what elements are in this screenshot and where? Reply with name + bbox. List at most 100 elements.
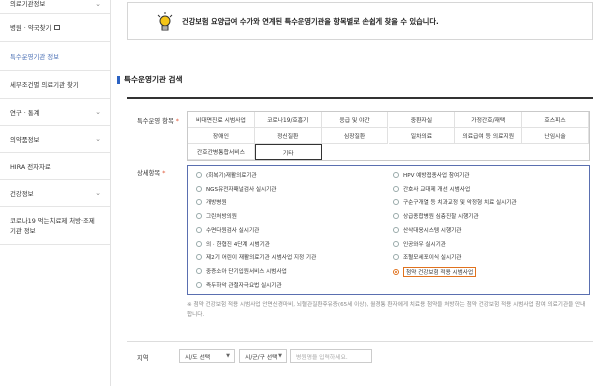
detail-option[interactable]: 인공와우 실시기관 <box>393 240 446 248</box>
title-bar-marker <box>117 75 120 84</box>
detail-option[interactable]: (회복기)재활의료기관 <box>196 171 257 179</box>
detail-option[interactable]: HPV 예방접종사업 참여기관 <box>393 171 469 179</box>
operation-item-option[interactable]: 일차의료 <box>388 128 456 144</box>
sidebar-item-label: 의료기관정보 <box>10 0 46 8</box>
detail-option[interactable]: 제2기 어린이 재활의료기관 시범사업 지정 기관 <box>196 253 316 261</box>
radio-icon[interactable] <box>196 281 202 288</box>
radio-icon[interactable] <box>196 199 202 206</box>
radio-icon[interactable] <box>196 213 202 220</box>
radio-icon[interactable] <box>196 172 202 178</box>
detail-option[interactable]: 의 · 한협진 4단계 시범기관 <box>196 240 270 248</box>
operation-item-option[interactable]: 코로나19/호흡기 <box>254 112 322 128</box>
sidebar-item-label: 건강정보 <box>10 189 34 198</box>
hospital-name-input[interactable]: 병원명을 입력하세요. <box>290 349 372 363</box>
chevron-down-icon: ⌄ <box>95 108 101 116</box>
sidebar-item-drug-info[interactable]: 의약품정보 ⌄ <box>0 126 110 153</box>
operation-item-option[interactable]: 장애인 <box>188 128 255 144</box>
sidebar-item-detailed-search[interactable]: 세부조건별 의료기관 찾기 <box>0 71 110 99</box>
operation-item-label: 특수운영 항목 * <box>137 118 179 125</box>
operation-item-option[interactable]: 기타 <box>254 144 322 160</box>
sidebar-item-label: 세부조건별 의료기관 찾기 <box>10 81 79 89</box>
radio-icon[interactable] <box>393 213 399 220</box>
radio-icon[interactable] <box>196 240 202 247</box>
section-title: 특수운영기관 검색 <box>117 74 183 85</box>
detail-option[interactable]: 즉두하악 관절자극요법 실시기관 <box>196 281 282 289</box>
detail-option-label: NGS유전자패널검사 실시기관 <box>206 186 277 193</box>
detail-option[interactable]: 수면다원검사 실시기관 <box>196 226 259 234</box>
operation-item-grid: 비대면진료 시범사업 코로나19/호흡기 응급 및 야간 중환자실 가정간호/재택 호스피… <box>187 111 590 161</box>
detail-option[interactable]: 중증소아 단기입원서비스 시범사업 <box>196 267 287 275</box>
detail-option[interactable]: 첨약 건강보험 적용 시범사업 <box>393 266 477 277</box>
region-label: 지역 <box>137 355 149 362</box>
radio-icon[interactable] <box>196 226 202 233</box>
detail-option-label: 제2기 어린이 재활의료기관 시범사업 지정 기관 <box>206 255 317 262</box>
sidebar-item-special-institution[interactable]: 특수운영기관 정보 <box>0 42 110 71</box>
detail-option[interactable]: 개방병원 <box>196 198 227 206</box>
detail-item-label: 상세항목 * <box>137 170 166 177</box>
sidebar-item-label: 연구 · 통계 <box>10 108 40 117</box>
detail-option-label: 중증소아 단기입원서비스 시범사업 <box>206 268 287 275</box>
main-content: 건강보험 요양급여 수가와 연계된 특수운영기관을 항목별로 손쉽게 찾을 수 … <box>110 0 600 386</box>
detail-option-label: 구순구개열 등 치과교정 및 악정형 치료 실시기관 <box>403 200 517 207</box>
chevron-down-icon: ▼ <box>278 353 282 359</box>
sidebar-item-health-info[interactable]: 건강정보 ⌄ <box>0 180 110 207</box>
operation-item-option[interactable]: 의료급여 등 의료지원 <box>455 128 523 144</box>
chevron-down-icon: ⌄ <box>95 189 101 197</box>
radio-icon[interactable] <box>393 268 399 275</box>
sidebar-item-research-stats[interactable]: 연구 · 통계 ⌄ <box>0 99 110 126</box>
operation-item-option[interactable]: 심장질환 <box>321 128 389 144</box>
detail-option[interactable]: 그린처방의원 <box>196 212 237 220</box>
detail-option-label: 산삭대응시스템 시행기관 <box>403 227 462 234</box>
detail-option-label: 수면다원검사 실시기관 <box>206 227 260 234</box>
radio-icon[interactable] <box>196 267 202 274</box>
sidebar-item-label: HIRA 전자자료 <box>10 162 51 171</box>
chevron-down-icon: ⌄ <box>95 0 101 8</box>
sido-select[interactable]: 시/도 선택 ▼ <box>179 349 235 363</box>
radio-icon[interactable] <box>393 172 399 178</box>
sidebar-item-label: 의약품정보 <box>10 135 40 144</box>
sidebar-item-label: 코로나19 먹는치료제 처방·조제 기관 정보 <box>10 216 95 235</box>
detail-option[interactable]: 간호사 교대제 개선 시범사업 <box>393 185 470 193</box>
lightbulb-icon <box>157 12 173 31</box>
radio-icon[interactable] <box>393 185 399 192</box>
radio-icon[interactable] <box>393 240 399 247</box>
radio-icon[interactable] <box>393 199 399 206</box>
operation-item-option[interactable]: 가정간호/재택 <box>455 112 523 128</box>
detail-note: ※ 첨약 건강보험 적용 시범사업 안면신경마비, 뇌혈관질환후유증(65세 이… <box>187 302 586 318</box>
operation-item-option[interactable]: 중환자실 <box>388 112 456 128</box>
sidebar-item-hira-data[interactable]: HIRA 전자자료 <box>0 153 110 180</box>
detail-option-label: 인공와우 실시기관 <box>403 241 446 248</box>
detail-option[interactable]: 조혈모세포이식 실시기관 <box>393 253 461 261</box>
operation-item-option[interactable]: 정신질환 <box>254 128 322 144</box>
operation-item-option[interactable]: 호스피스 <box>522 112 589 128</box>
radio-icon[interactable] <box>393 226 399 233</box>
detail-option[interactable]: 상급종합병원 심층진찰 시행기관 <box>393 212 479 220</box>
external-link-icon <box>54 25 61 30</box>
detail-option-label: 상급종합병원 심층진찰 시행기관 <box>403 214 479 221</box>
detail-item-options: (회복기)재활의료기관 NGS유전자패널검사 실시기관개방병원그린처방의원수면다원… <box>187 165 590 295</box>
detail-option[interactable]: NGS유전자패널검사 실시기관 <box>196 185 276 193</box>
detail-option-label: 의 · 한협진 4단계 시범기관 <box>206 241 270 248</box>
operation-item-option[interactable]: 난임시술 <box>522 128 589 144</box>
radio-icon[interactable] <box>196 254 202 261</box>
sidebar-item-label: 병원 · 약국찾기 <box>10 24 52 32</box>
operation-item-option[interactable]: 간호간병통합서비스 <box>188 144 255 160</box>
sidebar-item-hospital-search[interactable]: 병원 · 약국찾기 <box>0 14 110 42</box>
detail-option-label: 개방병원 <box>206 200 227 207</box>
detail-option[interactable]: 구순구개열 등 치과교정 및 악정형 치료 실시기관 <box>393 198 517 206</box>
sidebar-item-medical-info[interactable]: 의료기관정보 ⌄ <box>0 0 110 14</box>
detail-option-label: 즉두하악 관절자극요법 실시기관 <box>206 282 282 289</box>
sidebar-item-covid-treatment[interactable]: 코로나19 먹는치료제 처방·조제 기관 정보 <box>0 207 110 245</box>
radio-icon[interactable] <box>196 185 202 192</box>
sigungu-select-value: 시/군/구 선택 <box>245 354 278 361</box>
notice-text: 건강보험 요양급여 수가와 연계된 특수운영기관을 항목별로 손쉽게 찾을 수 … <box>182 17 439 26</box>
sigungu-select[interactable]: 시/군/구 선택 ▼ <box>239 349 287 363</box>
hospital-name-placeholder: 병원명을 입력하세요. <box>296 354 348 361</box>
detail-option-label: 간호사 교대제 개선 시범사업 <box>403 186 471 193</box>
operation-item-option[interactable]: 응급 및 야간 <box>321 112 389 128</box>
detail-option[interactable]: 산삭대응시스템 시행기관 <box>393 226 461 234</box>
detail-option-label: (회복기)재활의료기관 <box>206 173 257 179</box>
radio-icon[interactable] <box>393 254 399 261</box>
operation-item-option[interactable]: 비대면진료 시범사업 <box>188 112 255 128</box>
divider <box>127 341 593 342</box>
